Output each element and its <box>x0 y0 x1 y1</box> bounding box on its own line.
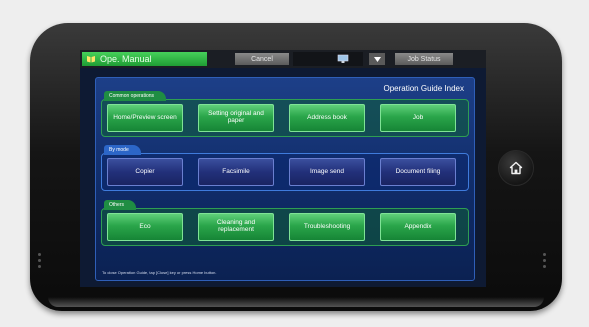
cancel-label: Cancel <box>251 55 273 63</box>
touch-screen: Ope. Manual Cancel Job Status Operation … <box>80 50 486 287</box>
book-icon <box>87 56 95 63</box>
button-label: Image send <box>310 167 344 175</box>
speaker-grille-right <box>543 253 547 271</box>
home-preview-screen-button[interactable]: Home/Preview screen <box>107 104 183 132</box>
address-book-button[interactable]: Address book <box>289 104 365 132</box>
speaker-grille-left <box>38 253 42 271</box>
manual-tab-label: Ope. Manual <box>100 54 152 64</box>
appendix-button[interactable]: Appendix <box>380 213 456 241</box>
operation-guide-panel: Operation Guide Index Common operations … <box>95 77 475 281</box>
panel-title: Operation Guide Index <box>383 84 465 93</box>
triangle-down-icon <box>373 56 381 62</box>
job-status-button[interactable]: Job Status <box>395 53 453 65</box>
button-label: Facsimile <box>222 167 250 175</box>
top-bar: Ope. Manual Cancel Job Status <box>80 50 486 68</box>
image-send-button[interactable]: Image send <box>289 158 365 186</box>
status-area <box>293 52 363 66</box>
manual-tab[interactable]: Ope. Manual <box>82 52 207 66</box>
monitor-icon <box>337 54 349 63</box>
home-icon <box>509 161 523 175</box>
button-label: Copier <box>135 167 155 175</box>
button-label: Appendix <box>404 222 432 230</box>
troubleshooting-button[interactable]: Troubleshooting <box>289 213 365 241</box>
button-label: Address book <box>307 113 347 121</box>
button-label: Cleaning and replacement <box>216 219 256 233</box>
job-button[interactable]: Job <box>380 104 456 132</box>
setting-original-and-paper-button[interactable]: Setting original and paper <box>198 104 274 132</box>
group-by-mode: By mode Copier Facsimile Image send Docu… <box>101 145 469 191</box>
document-filing-button[interactable]: Document filing <box>380 158 456 186</box>
cancel-button[interactable]: Cancel <box>235 53 289 65</box>
cleaning-and-replacement-button[interactable]: Cleaning and replacement <box>198 213 274 241</box>
device-bezel: Ope. Manual Cancel Job Status Operation … <box>30 23 562 311</box>
footer-instruction: To close Operation Guide, tap [Close] ke… <box>102 270 217 275</box>
group-common-operations: Common operations Home/Preview screen Se… <box>101 91 469 137</box>
button-label: Eco <box>139 222 151 230</box>
facsimile-button[interactable]: Facsimile <box>198 158 274 186</box>
button-label: Job <box>412 113 424 121</box>
eco-button[interactable]: Eco <box>107 213 183 241</box>
home-button[interactable] <box>498 150 534 186</box>
job-status-label: Job Status <box>407 55 441 63</box>
group-others: Others Eco Cleaning and replacement Trou… <box>101 200 469 246</box>
copier-button[interactable]: Copier <box>107 158 183 186</box>
button-label: Setting original and paper <box>208 110 264 124</box>
group-label: Others <box>104 200 137 210</box>
dropdown-button[interactable] <box>369 53 385 65</box>
group-label: Common operations <box>104 91 167 101</box>
group-label: By mode <box>104 145 141 155</box>
button-label: Document filing <box>395 167 441 175</box>
button-label: Troubleshooting <box>303 222 351 230</box>
button-label: Home/Preview screen <box>113 113 177 121</box>
